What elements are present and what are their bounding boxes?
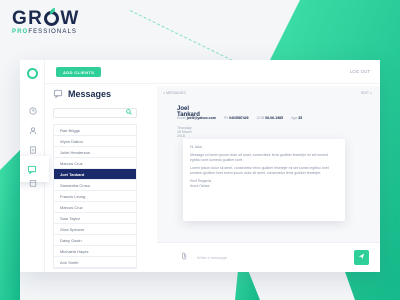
contact-list: Rae Briggs Wynn Dalton Joliet Henderson Mar… bbox=[53, 124, 137, 269]
age-label: Age bbox=[291, 116, 298, 120]
message-composer: Write a message bbox=[157, 242, 380, 272]
dob-label: DOB bbox=[256, 116, 265, 120]
message-greeting: Hi Jake, bbox=[190, 145, 203, 149]
contact-meta: Email joelt@yahoo.com Ph 0403587426 DOB … bbox=[177, 116, 302, 120]
contact-item[interactable]: Francis Leung bbox=[54, 191, 136, 202]
conversation-nav: < MESSAGES EDIT > bbox=[163, 91, 372, 95]
brand-subtitle: PROFESSIONALS bbox=[12, 29, 80, 35]
calendar-icon[interactable] bbox=[25, 176, 40, 190]
contact-item[interactable]: Samantha Crusu bbox=[54, 180, 136, 191]
brand-sub-rest: FESSIONALS bbox=[28, 29, 77, 35]
leaf-o-icon bbox=[44, 8, 60, 26]
back-link[interactable]: < MESSAGES bbox=[163, 91, 186, 95]
users-icon[interactable] bbox=[25, 124, 40, 138]
brand-text-right: W bbox=[60, 8, 80, 29]
contact-search-input[interactable] bbox=[53, 108, 137, 118]
contact-item[interactable]: Daisy Gavin bbox=[54, 235, 136, 246]
edit-link[interactable]: EDIT > bbox=[361, 91, 372, 95]
contact-item[interactable]: Michaela Hayes bbox=[54, 246, 136, 257]
document-icon[interactable] bbox=[25, 143, 40, 157]
dob-value: 06-06-1985 bbox=[265, 116, 284, 120]
messages-title: Messages bbox=[68, 89, 112, 99]
paperclip-icon[interactable] bbox=[181, 252, 188, 262]
contact-item[interactable]: Joel Tankard bbox=[54, 169, 136, 180]
meta-email: Email joelt@yahoo.com bbox=[177, 116, 216, 120]
message-card: Hi Jake, Message lol lorem ipsum dolor s… bbox=[183, 139, 345, 221]
contact-item[interactable]: Wynn Dalton bbox=[54, 136, 136, 147]
add-clients-button[interactable]: ADD CLIENTS bbox=[56, 67, 102, 77]
phone-label: Ph bbox=[223, 116, 229, 120]
meta-age: Age 35 bbox=[291, 116, 302, 120]
message-signature: Anna Oshea bbox=[190, 184, 210, 188]
sidebar-rail bbox=[20, 60, 49, 272]
message-date: Thursday 18 March 2018 bbox=[177, 126, 192, 138]
send-icon bbox=[358, 253, 365, 262]
brand-logo: GR W PROFESSIONALS bbox=[12, 8, 80, 35]
contact-item[interactable]: Marcus Cruz bbox=[54, 158, 136, 169]
email-value: joelt@yahoo.com bbox=[186, 116, 216, 120]
contact-item[interactable]: Joliet Henderson bbox=[54, 147, 136, 158]
message-input[interactable]: Write a message bbox=[197, 255, 227, 260]
message-paragraph-2: Lorem ipsum dolor sit amet, consectetur … bbox=[190, 166, 329, 175]
brand-text-left: GR bbox=[12, 8, 44, 29]
top-bar: ADD CLIENTS LOG OUT bbox=[45, 60, 380, 84]
message-paragraph-1: Message lol lorem ipsum dolor sit amet, … bbox=[190, 153, 328, 162]
contact-item[interactable]: Gina Spencer bbox=[54, 224, 136, 235]
search-icon[interactable] bbox=[126, 109, 132, 117]
contact-item[interactable]: Ann Smith bbox=[54, 257, 136, 268]
messages-panel: Messages Rae Briggs Wynn Dalton Joliet Hen… bbox=[53, 86, 137, 272]
send-button[interactable] bbox=[354, 250, 369, 265]
contact-item[interactable]: Sam Taylor bbox=[54, 213, 136, 224]
phone-value: 0403587426 bbox=[229, 116, 249, 120]
contact-item[interactable]: Rae Briggs bbox=[54, 125, 136, 136]
age-value: 35 bbox=[298, 116, 303, 120]
messages-header: Messages bbox=[53, 86, 137, 102]
email-label: Email bbox=[177, 116, 186, 120]
brand-sub-accent: PRO bbox=[12, 29, 29, 35]
logout-link[interactable]: LOG OUT bbox=[350, 69, 370, 74]
conversation-panel: < MESSAGES EDIT > Joel Tankard Email joe… bbox=[157, 86, 380, 272]
app-window: ADD CLIENTS LOG OUT Messages Rae Briggs W… bbox=[20, 60, 380, 272]
meta-phone: Ph 0403587426 bbox=[224, 116, 249, 120]
logo-icon[interactable] bbox=[27, 68, 38, 79]
message-bubble-icon bbox=[53, 89, 63, 100]
clock-icon[interactable] bbox=[25, 104, 40, 118]
contact-item[interactable]: Marcus Cruz bbox=[54, 202, 136, 213]
meta-dob: DOB 06-06-1985 bbox=[257, 116, 283, 120]
